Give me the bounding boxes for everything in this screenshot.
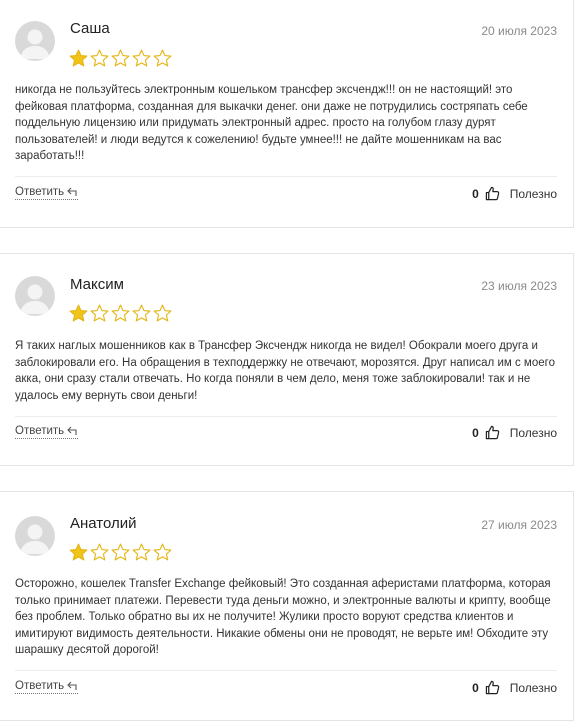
reply-label: Ответить <box>15 186 65 198</box>
thumbs-up-icon[interactable] <box>485 680 500 695</box>
star-empty-icon <box>111 543 130 561</box>
reply-button[interactable]: Ответить <box>15 186 79 200</box>
like-count: 0 <box>472 680 479 695</box>
star-empty-icon <box>132 304 151 322</box>
reviewer-name: Саша <box>70 20 110 37</box>
review-card: Максим 23 июля 2023 Я таких наглых мошен… <box>0 253 574 466</box>
star-empty-icon <box>111 304 130 322</box>
review-text: Я таких наглых мошенников как в Трансфер… <box>15 340 555 402</box>
useful-button[interactable]: Полезно <box>510 681 557 695</box>
review-date: 27 июля 2023 <box>481 518 557 532</box>
star-empty-icon <box>90 543 109 561</box>
star-empty-icon <box>132 49 151 67</box>
user-silhouette-icon <box>20 29 50 59</box>
star-empty-icon <box>90 304 109 322</box>
avatar <box>15 21 55 61</box>
divider <box>15 176 557 177</box>
star-filled-icon <box>69 543 88 561</box>
thumbs-up-icon[interactable] <box>485 186 500 201</box>
review-card: Саша 20 июля 2023 никогда не пользуйтесь… <box>0 0 574 228</box>
user-silhouette-icon <box>20 524 50 554</box>
star-filled-icon <box>69 304 88 322</box>
divider <box>15 416 557 417</box>
divider <box>15 670 557 671</box>
review-date: 23 июля 2023 <box>481 279 557 293</box>
rating-stars <box>69 304 172 323</box>
avatar <box>15 516 55 556</box>
reply-button[interactable]: Ответить <box>15 425 79 439</box>
rating-stars <box>69 543 172 562</box>
reviewer-name: Анатолий <box>70 515 137 532</box>
reviewer-name: Максим <box>70 276 124 293</box>
review-date: 20 июля 2023 <box>481 24 557 38</box>
reply-arrow-icon <box>67 426 77 435</box>
useful-group: 0 Полезно <box>472 186 557 201</box>
useful-button[interactable]: Полезно <box>510 187 557 201</box>
star-empty-icon <box>111 49 130 67</box>
like-count: 0 <box>472 186 479 201</box>
star-filled-icon <box>69 49 88 67</box>
avatar <box>15 276 55 316</box>
star-empty-icon <box>153 49 172 67</box>
review-card: Анатолий 27 июля 2023 Осторожно, кошелек… <box>0 491 574 721</box>
star-empty-icon <box>153 543 172 561</box>
reply-arrow-icon <box>67 681 77 690</box>
useful-button[interactable]: Полезно <box>510 426 557 440</box>
rating-stars <box>69 49 172 68</box>
like-count: 0 <box>472 425 479 440</box>
star-empty-icon <box>132 543 151 561</box>
user-silhouette-icon <box>20 284 50 314</box>
star-empty-icon <box>90 49 109 67</box>
reply-label: Ответить <box>15 425 65 437</box>
reply-label: Ответить <box>15 680 65 692</box>
thumbs-up-icon[interactable] <box>485 425 500 440</box>
reply-button[interactable]: Ответить <box>15 680 79 694</box>
star-empty-icon <box>153 304 172 322</box>
useful-group: 0 Полезно <box>472 425 557 440</box>
useful-group: 0 Полезно <box>472 680 557 695</box>
reply-arrow-icon <box>67 187 77 196</box>
review-text: Осторожно, кошелек Transfer Exchange фей… <box>15 578 551 657</box>
review-text: никогда не пользуйтесь электронным кошел… <box>15 84 528 163</box>
